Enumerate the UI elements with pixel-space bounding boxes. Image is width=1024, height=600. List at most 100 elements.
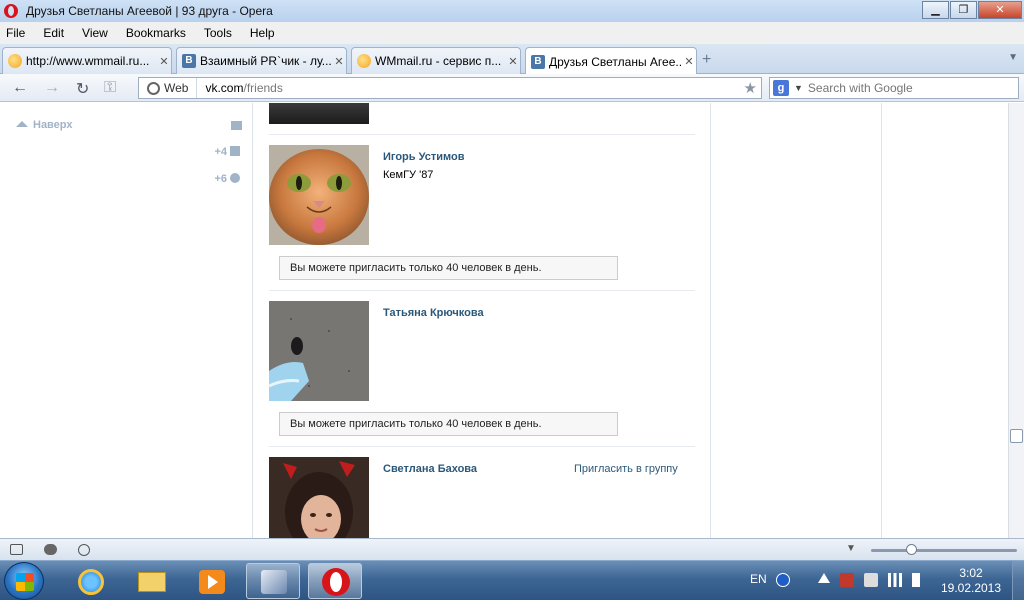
tab-close-icon[interactable]: ✕ (332, 55, 346, 68)
url-field[interactable]: Web vk.com/friends ★ (138, 77, 762, 99)
google-icon[interactable]: g (773, 80, 789, 96)
window-controls: ▁ ❐ ✕ (921, 1, 1022, 19)
menu-file[interactable]: File (6, 26, 25, 40)
page-scrollbar[interactable] (1008, 103, 1024, 538)
road-photo[interactable] (269, 301, 369, 401)
scrollbar-thumb[interactable] (1010, 429, 1023, 443)
page-viewport: Наверх +4 +6 Игорь Устимов КемГУ '87 Вы … (0, 103, 1024, 538)
volume-icon[interactable] (912, 573, 920, 587)
invite-limit-notice: Вы можете пригласить только 40 человек в… (279, 256, 618, 280)
tab-wmmail-service[interactable]: WMmail.ru - сервис п... ✕ (351, 47, 521, 74)
site-info-badge[interactable]: Web (139, 78, 198, 98)
taskbar-media-player[interactable] (184, 563, 238, 599)
menu-edit[interactable]: Edit (43, 26, 64, 40)
friend-requests-counter[interactable]: +4 (214, 146, 240, 158)
opera-logo-icon (4, 4, 18, 18)
network-signal-icon[interactable] (888, 573, 902, 587)
zoom-menu-chevron-icon[interactable]: ▼ (846, 543, 856, 554)
previous-friend-photo[interactable] (269, 103, 369, 124)
system-clock[interactable]: 3:02 19.02.2013 (936, 566, 1006, 596)
status-bar: ▼ (0, 538, 1024, 560)
friend-name-link[interactable]: Игорь Устимов (383, 151, 465, 163)
show-hidden-icons-icon[interactable] (818, 573, 830, 583)
portrait-photo[interactable] (269, 457, 369, 538)
url-text[interactable]: vk.com/friends (205, 81, 282, 95)
minimize-button[interactable]: ▁ (922, 1, 949, 19)
counter-value: +4 (214, 146, 227, 158)
cloud-icon[interactable] (44, 544, 57, 555)
language-indicator[interactable]: EN (750, 572, 767, 586)
wmmail-icon (357, 54, 371, 68)
envelope-icon[interactable] (231, 121, 242, 130)
tab-close-icon[interactable]: ✕ (682, 55, 696, 68)
tab-friends[interactable]: B Друзья Светланы Агее... ✕ (525, 47, 697, 75)
close-button[interactable]: ✕ (978, 1, 1022, 19)
tab-bar: http://www.wmmail.ru... ✕ B Взаимный PR`… (0, 44, 1024, 75)
tab-label: WMmail.ru - сервис п... (375, 54, 502, 68)
zoom-slider-thumb[interactable] (906, 544, 917, 555)
key-icon[interactable]: ⚿ (104, 79, 116, 97)
taskbar-explorer[interactable] (124, 563, 178, 599)
road-photo-image (269, 301, 369, 401)
tab-close-icon[interactable]: ✕ (157, 55, 171, 68)
clock-date: 19.02.2013 (940, 581, 1002, 595)
app-window-icon (261, 570, 287, 594)
divider (269, 134, 695, 135)
cat-photo[interactable] (269, 145, 369, 245)
address-bar: ← → ↻ ⚿ Web vk.com/friends ★ g ▼ (0, 74, 1024, 102)
menu-view[interactable]: View (82, 26, 108, 40)
panel-toggle-icon[interactable] (10, 544, 23, 555)
friend-name-link[interactable]: Светлана Бахова (383, 463, 477, 475)
scroll-to-top-link[interactable]: Наверх (16, 119, 73, 131)
search-input[interactable] (807, 81, 1008, 95)
window-title: Друзья Светланы Агеевой | 93 друга - Ope… (26, 4, 273, 18)
back-arrow-icon[interactable]: ← (12, 79, 28, 97)
zoom-slider[interactable] (871, 549, 1017, 552)
tab-close-icon[interactable]: ✕ (506, 55, 520, 68)
menu-bookmarks[interactable]: Bookmarks (126, 26, 186, 40)
divider (269, 446, 695, 447)
reload-icon[interactable]: ↻ (76, 79, 89, 99)
settings-counter[interactable]: +6 (214, 173, 240, 185)
menu-bar: File Edit View Bookmarks Tools Help (0, 22, 1024, 44)
tab-wmmail-url[interactable]: http://www.wmmail.ru... ✕ (2, 47, 172, 74)
speed-dial-gauge-icon[interactable] (78, 544, 90, 556)
url-host: vk.com (205, 81, 244, 95)
maximize-button[interactable]: ❐ (950, 1, 977, 19)
new-tab-button[interactable]: + (702, 51, 711, 69)
taskbar-opera[interactable] (308, 563, 362, 599)
clock-time: 3:02 (959, 566, 983, 580)
media-player-icon (199, 570, 225, 594)
security-alert-icon[interactable] (840, 573, 854, 587)
menu-help[interactable]: Help (250, 26, 275, 40)
taskbar-internet-explorer[interactable] (62, 563, 116, 599)
friend-name-link[interactable]: Татьяна Крючкова (383, 307, 484, 319)
divider (269, 290, 695, 291)
url-path: /friends (243, 81, 283, 95)
friends-list: Игорь Устимов КемГУ '87 Вы можете пригла… (254, 103, 710, 538)
bookmark-star-icon[interactable]: ★ (744, 79, 757, 97)
window-title-bar: Друзья Светланы Агеевой | 93 друга - Ope… (0, 0, 1024, 22)
left-column: Наверх +4 +6 (0, 103, 253, 538)
search-box[interactable]: g ▼ (769, 77, 1019, 99)
vk-icon: B (182, 54, 196, 68)
invite-to-group-link[interactable]: Пригласить в группу (574, 463, 678, 475)
show-desktop-button[interactable] (1012, 561, 1024, 600)
friend-university: КемГУ '87 (383, 169, 434, 181)
folder-icon (138, 572, 166, 592)
start-button[interactable] (4, 562, 44, 600)
search-engine-chevron-icon[interactable]: ▼ (794, 83, 803, 93)
internet-explorer-icon (78, 569, 104, 595)
people-icon (230, 146, 240, 156)
tab-vzaimny-pr[interactable]: B Взаимный PR`чик - лу... ✕ (176, 47, 347, 74)
up-arrow-icon (16, 121, 28, 127)
device-icon[interactable] (864, 573, 878, 587)
help-icon[interactable] (776, 573, 790, 587)
tab-label: http://www.wmmail.ru... (26, 54, 150, 68)
tray-flag-icon[interactable] (799, 573, 809, 587)
menu-tools[interactable]: Tools (204, 26, 232, 40)
tab-menu-chevron-icon[interactable]: ▼ (1008, 52, 1018, 63)
taskbar-app[interactable] (246, 563, 300, 599)
windows-taskbar: EN 3:02 19.02.2013 (0, 560, 1024, 600)
forward-arrow-icon[interactable]: → (44, 79, 60, 97)
